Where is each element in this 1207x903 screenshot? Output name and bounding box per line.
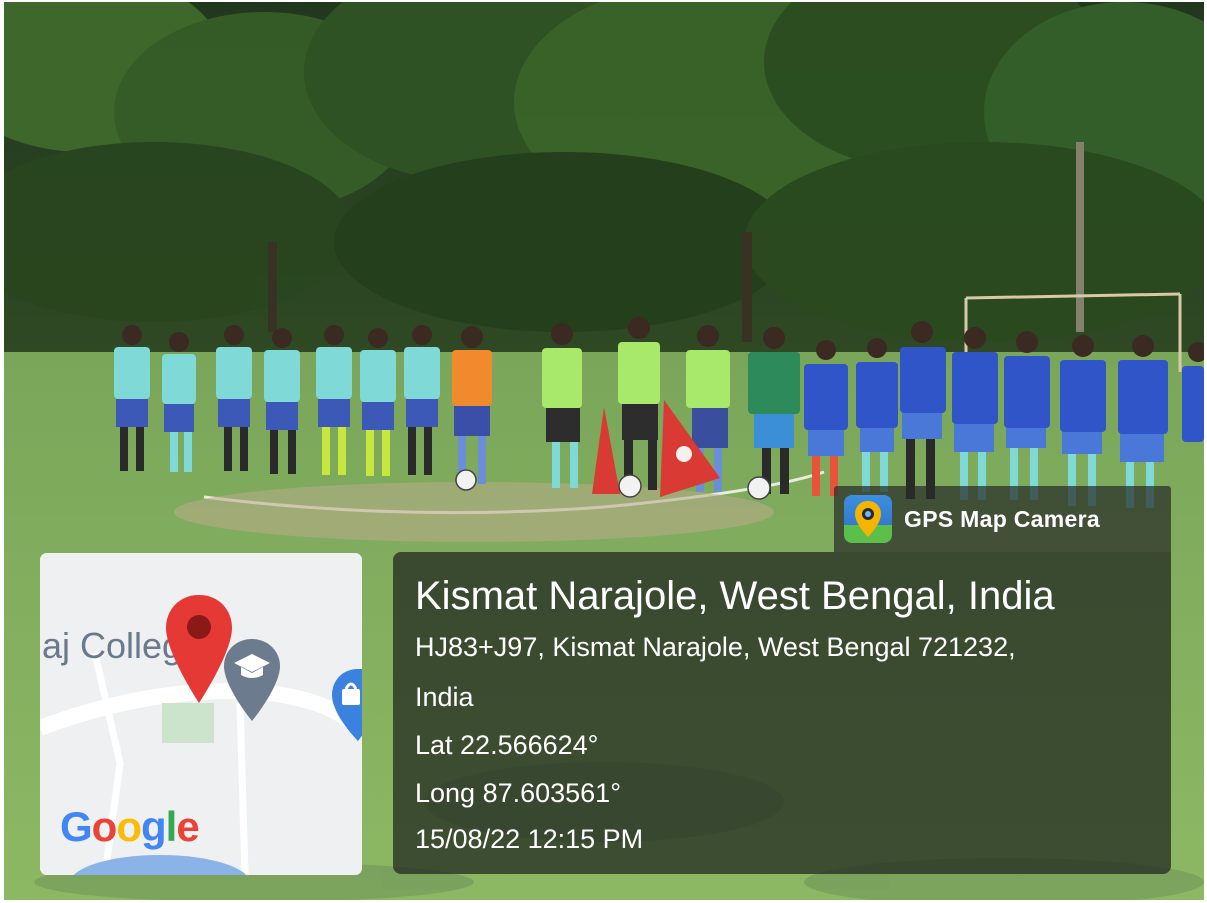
address-line-1: HJ83+J97, Kismat Narajole, West Bengal 7… — [415, 632, 1016, 662]
longitude: Long 87.603561° — [415, 778, 621, 808]
graduation-cap-icon — [224, 639, 280, 721]
google-logo: Google — [60, 803, 200, 851]
address-line-2: India — [415, 682, 474, 712]
shopping-bag-icon — [332, 669, 362, 741]
logo-letter: l — [165, 803, 178, 850]
logo-letter: e — [176, 803, 199, 850]
datetime: 15/08/22 12:15 PM — [415, 824, 644, 854]
gps-map-camera-icon — [844, 495, 892, 543]
map-thumbnail[interactable]: aj Colleg Google — [40, 553, 362, 875]
logo-letter: g — [140, 803, 167, 850]
logo-letter: o — [91, 803, 118, 850]
logo-letter: G — [60, 803, 93, 850]
latitude: Lat 22.566624° — [415, 730, 599, 760]
location-info-panel: Kismat Narajole, West Bengal, India HJ83… — [393, 552, 1171, 874]
tree-canopy — [4, 2, 1204, 342]
gps-app-tag: GPS Map Camera — [834, 486, 1171, 552]
app-name: GPS Map Camera — [904, 505, 1100, 532]
location-title: Kismat Narajole, West Bengal, India — [415, 574, 1055, 618]
logo-letter: o — [116, 803, 142, 850]
dirt-patch — [174, 482, 774, 542]
